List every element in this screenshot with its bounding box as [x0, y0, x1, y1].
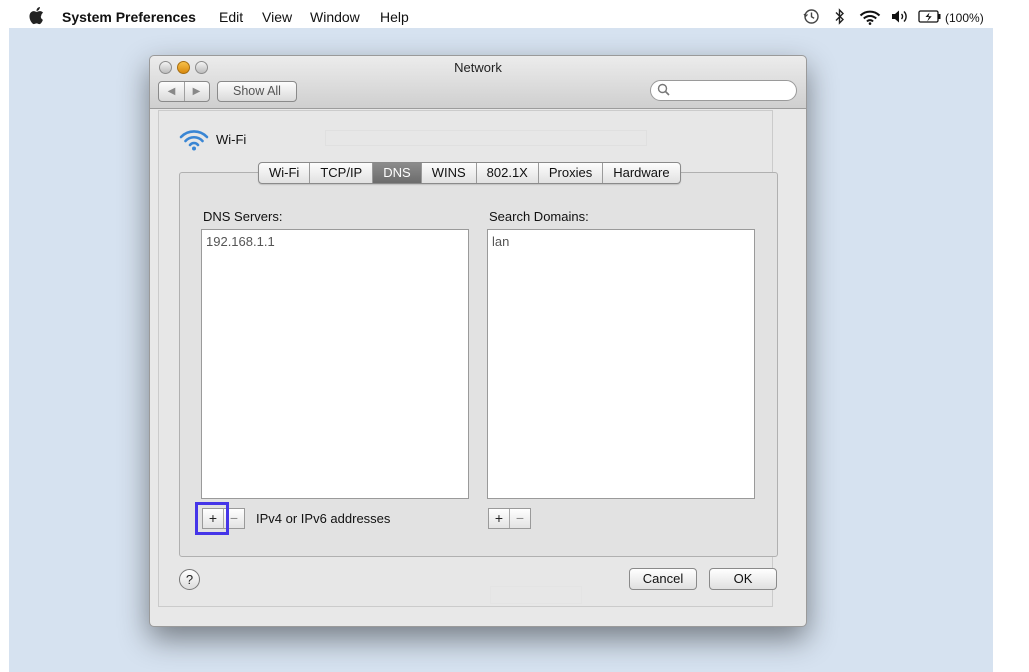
nav-buttons: ◀ ▶	[158, 81, 210, 102]
help-button[interactable]: ?	[179, 569, 200, 590]
domain-remove-button[interactable]: −	[509, 509, 530, 528]
domain-add-button[interactable]: +	[489, 509, 509, 528]
ok-button[interactable]: OK	[709, 568, 777, 590]
time-machine-icon[interactable]	[803, 8, 820, 25]
interface-name: Wi-Fi	[216, 132, 247, 147]
wifi-icon	[179, 130, 209, 151]
tab-wifi[interactable]: Wi-Fi	[259, 163, 309, 183]
title-bar: Network ◀ ▶ Show All	[150, 56, 806, 109]
network-window: Network ◀ ▶ Show All Wi-Fi Wi-Fi TCP/IP …	[149, 55, 807, 627]
tab-wins[interactable]: WINS	[420, 163, 476, 183]
show-all-button[interactable]: Show All	[217, 81, 297, 102]
menu-view[interactable]: View	[262, 9, 292, 25]
volume-icon[interactable]	[890, 8, 910, 25]
tab-dns[interactable]: DNS	[372, 163, 421, 183]
menu-app-name[interactable]: System Preferences	[62, 9, 196, 25]
search-domain-entry[interactable]: lan	[492, 234, 509, 249]
menu-edit[interactable]: Edit	[219, 9, 243, 25]
menu-window[interactable]: Window	[310, 9, 360, 25]
dns-server-entry[interactable]: 192.168.1.1	[206, 234, 275, 249]
domains-add-remove-control: + −	[488, 508, 531, 529]
battery-icon[interactable]	[918, 10, 941, 23]
forward-arrow-icon[interactable]: ▶	[184, 82, 209, 101]
menu-help[interactable]: Help	[380, 9, 409, 25]
dns-servers-label: DNS Servers:	[203, 209, 283, 224]
tab-tcpip[interactable]: TCP/IP	[309, 163, 372, 183]
window-title: Network	[454, 60, 502, 75]
tab-proxies[interactable]: Proxies	[537, 163, 602, 183]
tab-bar: Wi-Fi TCP/IP DNS WINS 802.1X Proxies Har…	[258, 162, 681, 184]
cancel-button[interactable]: Cancel	[629, 568, 697, 590]
background-location-ghost	[325, 130, 647, 146]
dns-hint-text: IPv4 or IPv6 addresses	[256, 511, 391, 526]
tab-hardware[interactable]: Hardware	[602, 163, 679, 183]
dns-servers-list[interactable]: 192.168.1.1	[201, 229, 469, 499]
search-icon	[657, 83, 670, 96]
search-field[interactable]	[650, 80, 797, 101]
search-domains-label: Search Domains:	[489, 209, 589, 224]
back-arrow-icon[interactable]: ◀	[159, 82, 185, 101]
search-domains-list[interactable]: lan	[487, 229, 755, 499]
apple-menu-icon[interactable]	[28, 6, 44, 25]
battery-percentage: (100%)	[945, 11, 984, 25]
tab-8021x[interactable]: 802.1X	[475, 163, 538, 183]
add-button-highlight	[195, 502, 229, 535]
wifi-status-icon[interactable]	[859, 9, 881, 25]
bluetooth-icon[interactable]	[834, 8, 846, 25]
background-assist-ghost	[490, 586, 582, 604]
